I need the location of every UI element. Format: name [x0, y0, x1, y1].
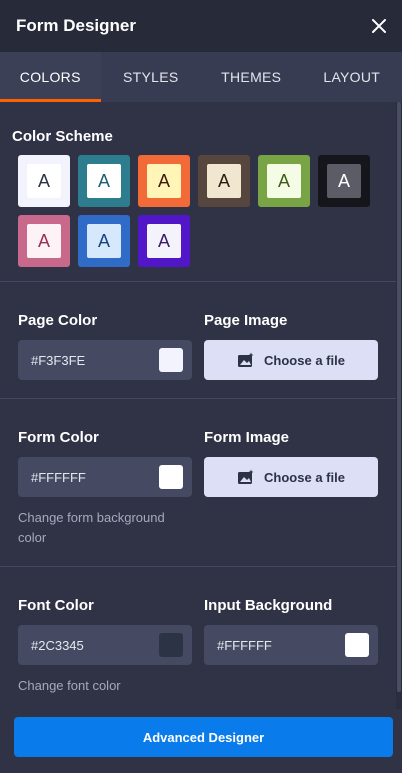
panel-scrollbar[interactable]: [396, 102, 402, 773]
font-color-field[interactable]: #2C3345: [18, 625, 192, 665]
panel-title: Form Designer: [16, 16, 136, 35]
tab-layout[interactable]: LAYOUT: [302, 52, 402, 102]
page-color-value: #F3F3FE: [31, 352, 86, 368]
page-color-field[interactable]: #F3F3FE: [18, 340, 192, 380]
form-color-chip[interactable]: [159, 465, 183, 489]
swatch-preview: A: [147, 164, 181, 198]
tab-styles[interactable]: STYLES: [101, 52, 202, 102]
page-image-button-label: Choose a file: [264, 352, 345, 368]
form-image-upload-button[interactable]: Choose a file: [204, 457, 378, 497]
font-color-value: #2C3345: [31, 637, 84, 653]
font-color-helper: Change font color: [18, 678, 121, 693]
input-background-value: #FFFFFF: [217, 637, 272, 653]
image-upload-icon: [238, 352, 254, 367]
panel-footer: Advanced Designer: [0, 709, 402, 773]
color-scheme-swatch[interactable]: A: [138, 215, 190, 267]
color-scheme-swatch[interactable]: A: [18, 215, 70, 267]
tab-themes[interactable]: THEMES: [201, 52, 302, 102]
image-upload-icon: [238, 469, 254, 484]
form-section: Form Color #FFFFFF Change form backgroun…: [0, 399, 396, 567]
font-section: Font Color #2C3345 Change font color Inp…: [0, 567, 396, 714]
swatch-preview: A: [27, 224, 61, 258]
advanced-designer-button[interactable]: Advanced Designer: [14, 717, 393, 757]
close-button[interactable]: [368, 15, 390, 37]
page-image-label: Page Image: [204, 312, 288, 329]
form-color-value: #FFFFFF: [31, 469, 86, 485]
color-scheme-swatch[interactable]: A: [78, 155, 130, 207]
color-scheme-swatch[interactable]: A: [198, 155, 250, 207]
input-background-field[interactable]: #FFFFFF: [204, 625, 378, 665]
form-image-button-label: Choose a file: [264, 469, 345, 485]
tab-colors[interactable]: COLORS: [0, 52, 101, 102]
input-background-label: Input Background: [204, 597, 333, 614]
swatch-preview: A: [87, 224, 121, 258]
tab-bar: COLORS STYLES THEMES LAYOUT: [0, 52, 402, 102]
form-color-field[interactable]: #FFFFFF: [18, 457, 192, 497]
swatch-preview: A: [207, 164, 241, 198]
input-background-chip[interactable]: [345, 633, 369, 657]
swatch-preview: A: [147, 224, 181, 258]
font-color-label: Font Color: [18, 597, 94, 614]
color-scheme-swatch[interactable]: A: [318, 155, 370, 207]
color-scheme-swatches: AAAAAAAAA: [12, 155, 384, 267]
form-image-label: Form Image: [204, 429, 290, 446]
color-scheme-swatch[interactable]: A: [138, 155, 190, 207]
color-scheme-title: Color Scheme: [12, 128, 113, 145]
color-scheme-swatch[interactable]: A: [18, 155, 70, 207]
color-scheme-swatch[interactable]: A: [78, 215, 130, 267]
swatch-preview: A: [267, 164, 301, 198]
page-color-chip[interactable]: [159, 348, 183, 372]
font-color-chip[interactable]: [159, 633, 183, 657]
scrollbar-thumb[interactable]: [397, 102, 401, 692]
swatch-preview: A: [87, 164, 121, 198]
color-scheme-swatch[interactable]: A: [258, 155, 310, 207]
panel-header: Form Designer: [0, 0, 402, 52]
close-icon: [372, 19, 386, 33]
colors-panel: Color Scheme AAAAAAAAA Page Color #F3F3F…: [0, 102, 396, 773]
page-color-label: Page Color: [18, 312, 98, 329]
form-color-label: Form Color: [18, 429, 99, 446]
form-color-helper: Change form background color: [18, 510, 165, 545]
page-section: Page Color #F3F3FE Page Image Choose a f…: [0, 282, 396, 399]
page-image-upload-button[interactable]: Choose a file: [204, 340, 378, 380]
color-scheme-section: Color Scheme AAAAAAAAA: [0, 102, 396, 282]
swatch-preview: A: [27, 164, 61, 198]
swatch-preview: A: [327, 164, 361, 198]
